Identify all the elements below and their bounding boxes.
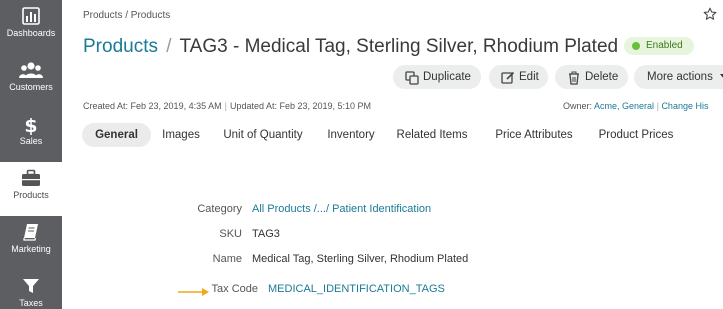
product-title: TAG3 - Medical Tag, Sterling Silver, Rho… [179, 36, 619, 57]
name-value: Medical Tag, Sterling Silver, Rhodium Pl… [252, 253, 469, 265]
sidebar-item-dashboards[interactable]: Dashboards [0, 0, 62, 54]
sidebar-item-marketing[interactable]: Marketing [0, 216, 62, 270]
sku-label: SKU [219, 228, 242, 240]
tab-general[interactable]: General [82, 123, 151, 147]
status-label: Enabled [646, 40, 683, 51]
duplicate-label: Duplicate [423, 71, 471, 83]
breadcrumb[interactable]: Products / Products [83, 10, 170, 21]
title-separator: / [166, 36, 172, 57]
sidebar-item-taxes[interactable]: Taxes [0, 270, 62, 309]
sidebar-item-products[interactable]: Products [0, 162, 62, 216]
title-products-link[interactable]: Products [83, 36, 158, 57]
star-icon[interactable] [703, 7, 717, 21]
owner-separator: | [656, 101, 659, 111]
category-label: Category [197, 203, 242, 215]
sidebar-item-label: Products [13, 190, 49, 200]
trash-icon [567, 70, 581, 85]
timestamps: Created At: Feb 23, 2019, 4:35 AM | Update… [83, 101, 371, 111]
svg-text:$: $ [24, 115, 37, 135]
bar-chart-icon [0, 0, 62, 26]
tab-unit-of-quantity[interactable]: Unit of Quantity [216, 123, 310, 147]
dollar-icon: $ [0, 108, 62, 137]
sidebar-item-sales[interactable]: $ Sales [0, 108, 62, 162]
sidebar-item-label: Marketing [11, 244, 51, 254]
sidebar: Dashboards Customers $ Sales Products Ma… [0, 0, 62, 309]
created-at: Created At: Feb 23, 2019, 4:35 AM [83, 101, 222, 111]
book-icon [0, 216, 62, 242]
delete-button[interactable]: Delete [555, 65, 628, 89]
tab-images[interactable]: Images [154, 123, 208, 147]
tax-code-label: Tax Code [211, 283, 258, 295]
edit-icon [501, 70, 515, 84]
tab-product-prices[interactable]: Product Prices [586, 123, 686, 147]
delete-label: Delete [585, 71, 619, 83]
change-history-link[interactable]: Change His [661, 101, 708, 111]
owner-link[interactable]: Acme, General [594, 101, 654, 111]
page-title: Products / TAG3 - Medical Tag, Sterling … [83, 35, 618, 59]
edit-label: Edit [519, 71, 539, 83]
category-link[interactable]: All Products /.../ Patient Identificatio… [252, 203, 431, 215]
sku-value: TAG3 [252, 228, 280, 240]
owner-info: Owner: Acme, General | Change His [563, 101, 708, 111]
filter-icon [0, 270, 62, 296]
duplicate-icon [405, 70, 419, 85]
arrow-right-icon [178, 284, 209, 296]
tab-price-attributes[interactable]: Price Attributes [484, 123, 584, 147]
briefcase-icon [0, 162, 62, 188]
status-badge: Enabled [624, 37, 694, 55]
edit-button[interactable]: Edit [489, 65, 548, 89]
updated-at: Updated At: Feb 23, 2019, 5:10 PM [229, 101, 372, 111]
meta-separator: | [224, 101, 227, 111]
sidebar-item-label: Sales [19, 136, 43, 146]
status-dot [632, 42, 640, 50]
sidebar-item-label: Taxes [19, 298, 43, 308]
sidebar-item-customers[interactable]: Customers [0, 54, 62, 108]
users-icon [0, 54, 62, 80]
duplicate-button[interactable]: Duplicate [393, 65, 481, 89]
sidebar-item-label: Dashboards [6, 28, 56, 38]
tab-related-items[interactable]: Related Items [389, 123, 475, 147]
tab-inventory[interactable]: Inventory [318, 123, 384, 147]
name-label: Name [212, 253, 242, 265]
tax-code-link[interactable]: MEDICAL_IDENTIFICATION_TAGS [268, 283, 445, 295]
more-actions-label: More actions [647, 71, 713, 83]
sidebar-item-label: Customers [9, 82, 53, 92]
more-actions-button[interactable]: More actions [634, 65, 723, 89]
owner-label: Owner: [563, 101, 593, 111]
